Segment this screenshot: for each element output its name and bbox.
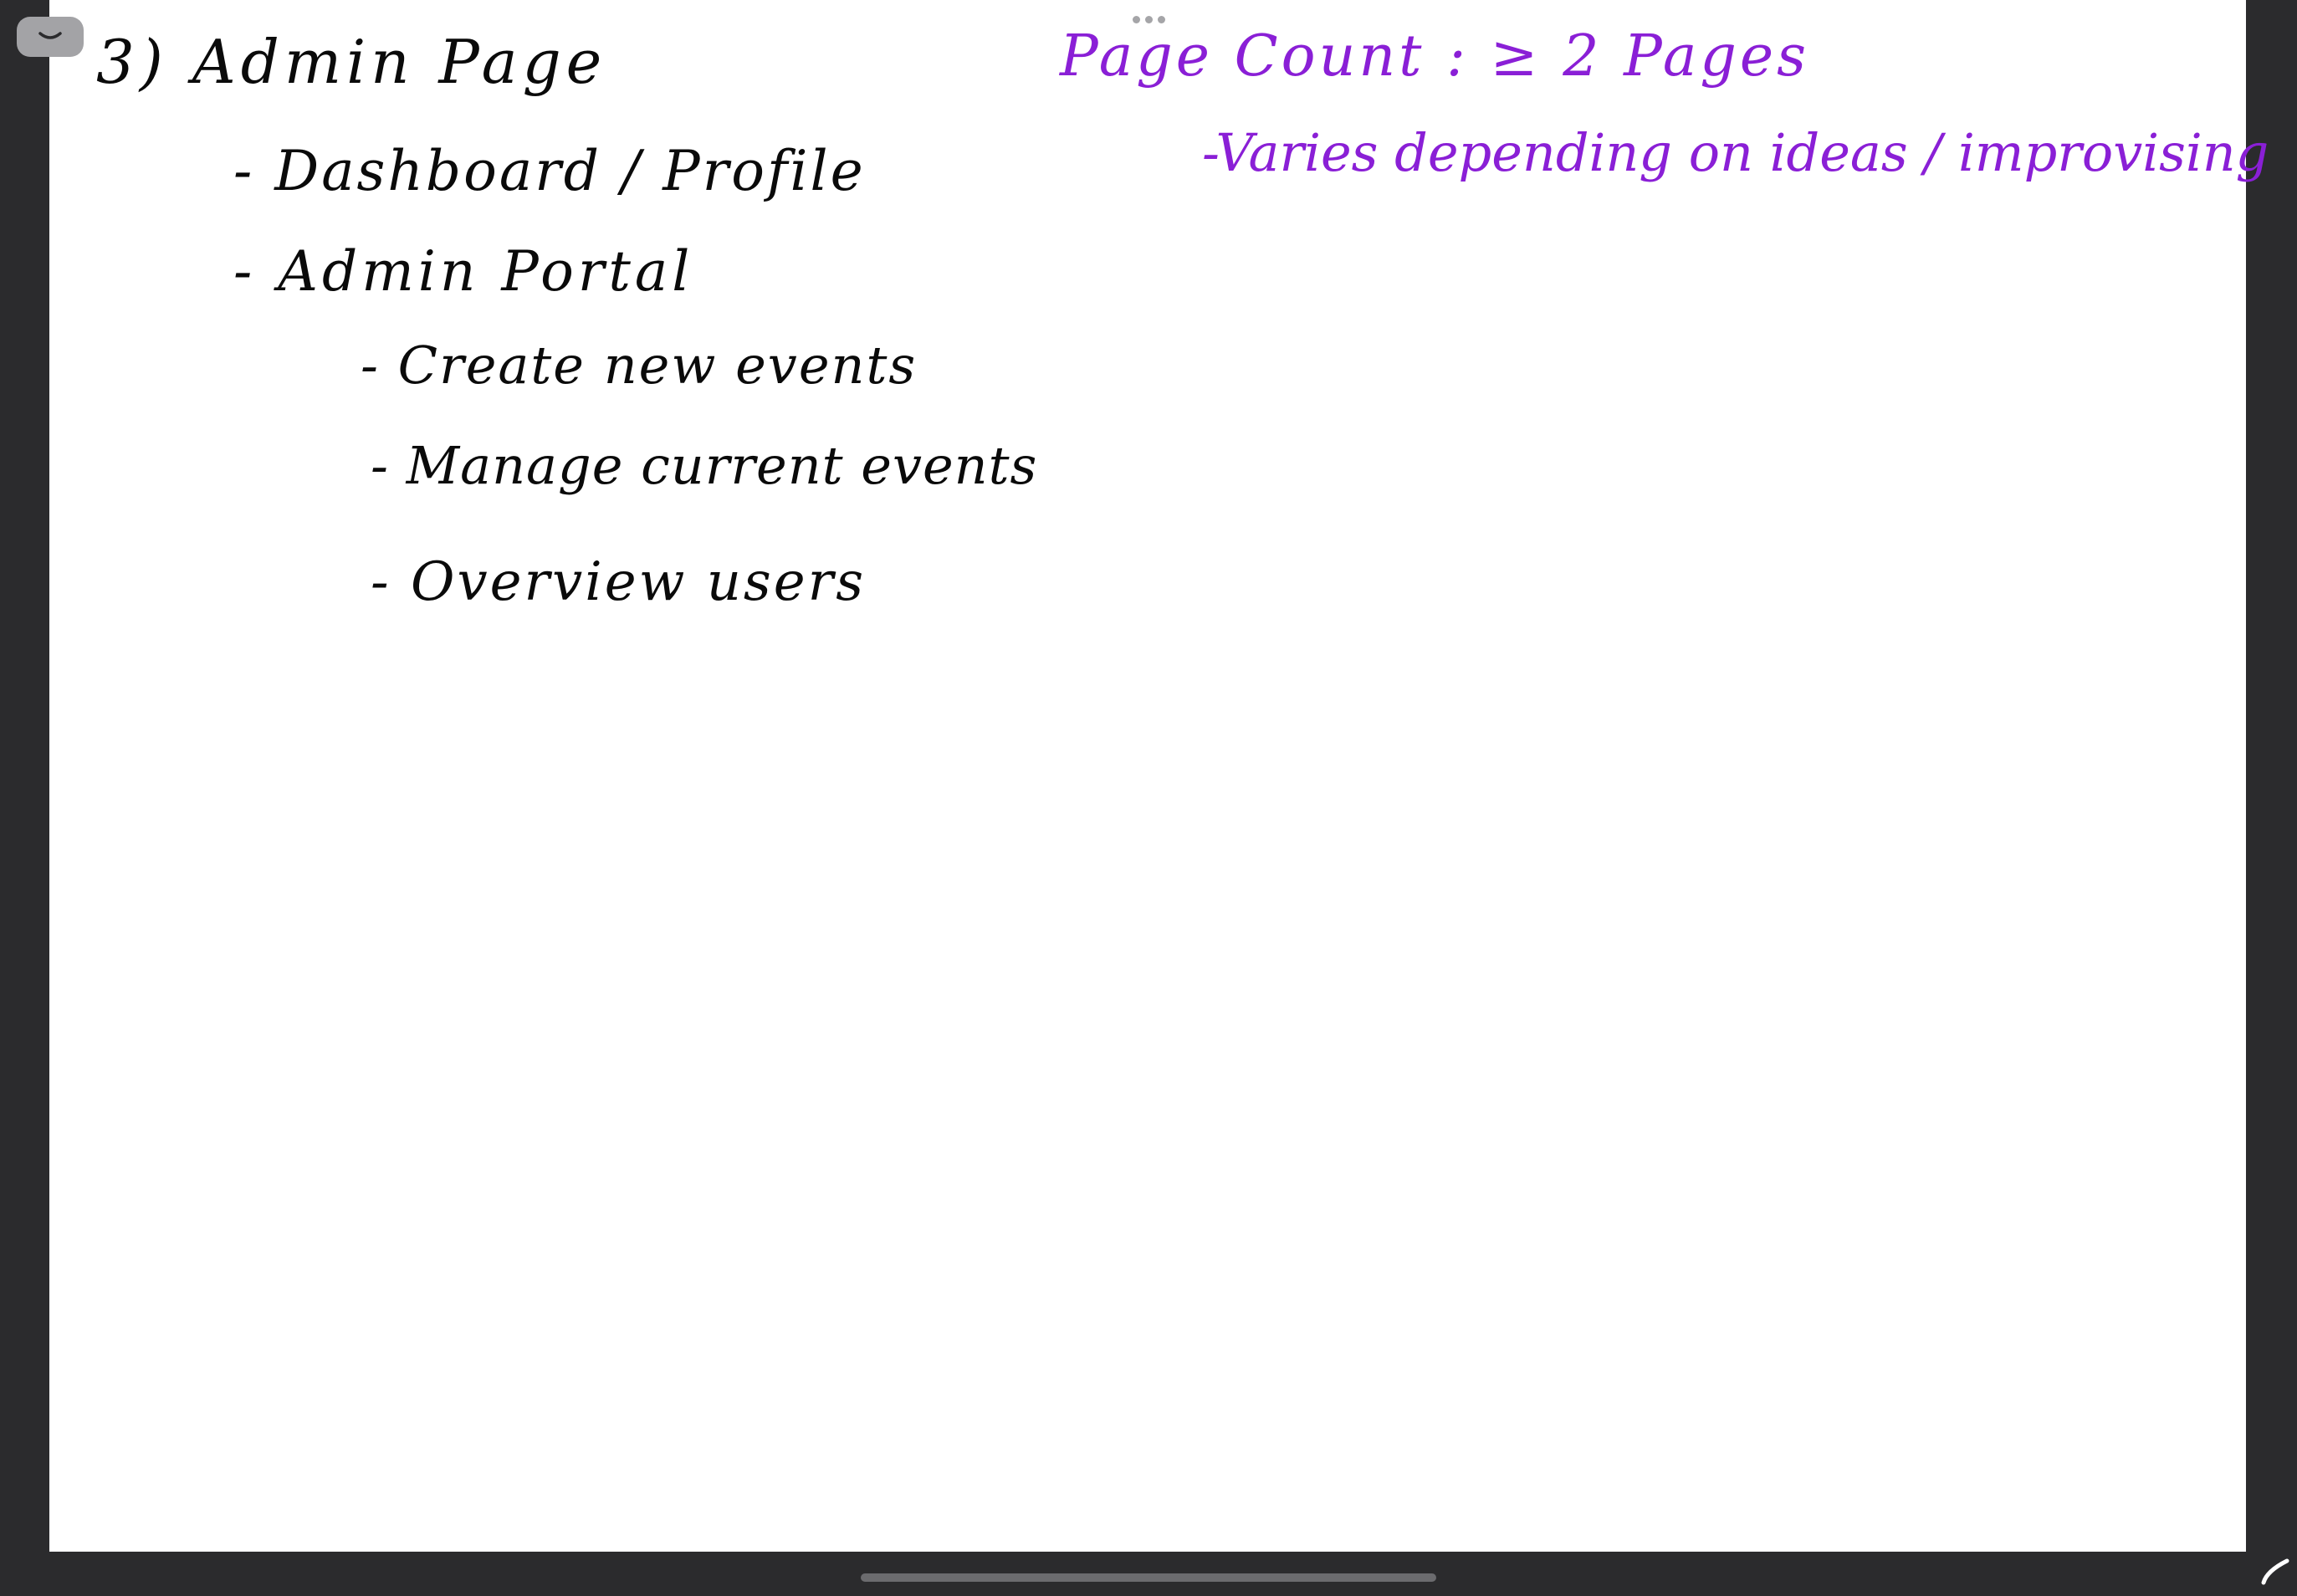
sub-list-item: - Create new events — [361, 335, 918, 396]
sub-list-item: - Overview users — [371, 551, 867, 613]
side-note-title: Page Count : ≥ 2 Pages — [1060, 23, 1810, 90]
pencil-tool-icon[interactable] — [2259, 1554, 2292, 1588]
list-item: - Dashboard / Profile — [233, 139, 866, 203]
section-heading: 3) Admin Page — [96, 27, 607, 97]
collapse-toolbar-button[interactable] — [17, 17, 84, 57]
side-note-detail: -Varies depending on ideas / improvising — [1202, 122, 2269, 183]
note-canvas[interactable]: 3) Admin Page - Dashboard / Profile - Ad… — [49, 0, 2269, 1552]
sub-list-item: - Manage current events — [371, 435, 1038, 496]
home-indicator[interactable] — [861, 1573, 1436, 1582]
notes-app: 3) Admin Page - Dashboard / Profile - Ad… — [0, 0, 2297, 1596]
chevron-down-icon — [38, 32, 62, 39]
list-item: - Admin Portal — [233, 239, 694, 304]
ellipsis-icon[interactable] — [1129, 13, 1168, 25]
